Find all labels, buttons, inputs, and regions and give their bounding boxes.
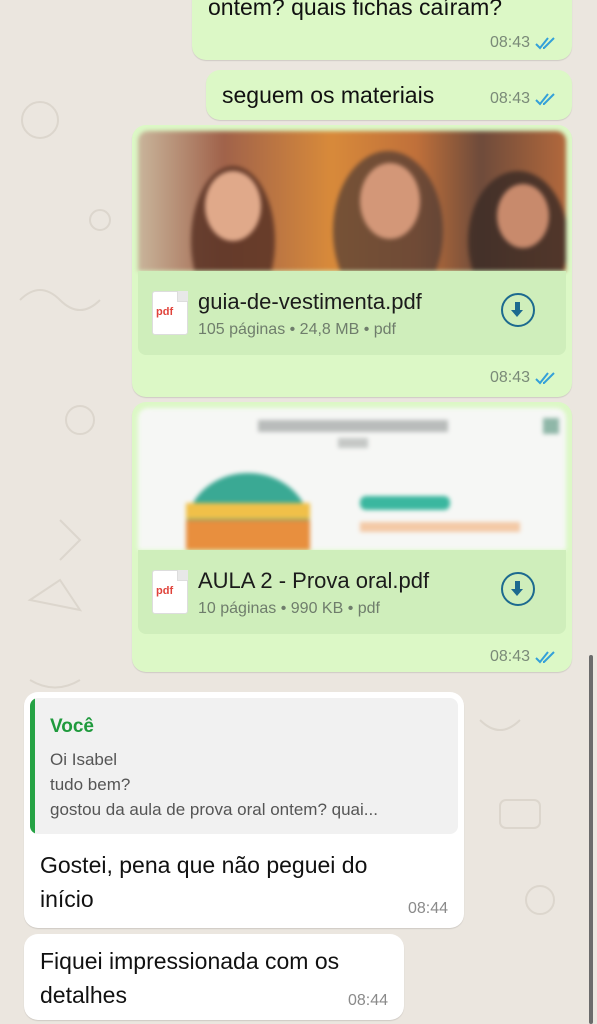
message-text: seguem os materiais: [222, 82, 435, 108]
time-label: 08:43: [489, 369, 530, 386]
message-time: 08:43: [490, 90, 558, 108]
download-icon[interactable]: [501, 572, 535, 606]
message-time: 08:43: [490, 648, 558, 666]
time-label: 08:43: [489, 648, 530, 665]
document-info-row[interactable]: pdf AULA 2 - Prova oral.pdf 10 páginas •…: [138, 550, 566, 634]
read-ticks-icon: [535, 37, 555, 50]
download-icon[interactable]: [501, 293, 535, 327]
document-info-row[interactable]: pdf guia-de-vestimenta.pdf 105 páginas •…: [138, 271, 566, 355]
read-ticks-icon: [535, 651, 555, 664]
incoming-message[interactable]: Fiquei impressionada com os detalhes 08:…: [24, 934, 404, 1020]
document-name: guia-de-vestimenta.pdf: [198, 289, 422, 314]
document-meta: 10 páginas • 990 KB • pdf: [198, 600, 380, 617]
message-text-line: Fiquei impressionada com os: [40, 948, 340, 974]
time-label: 08:43: [489, 90, 530, 107]
document-name: AULA 2 - Prova oral.pdf: [198, 568, 430, 593]
message-time: 08:43: [490, 369, 558, 387]
quote-line: gostou da aula de prova oral ontem? quai…: [50, 800, 378, 819]
outgoing-message[interactable]: ontem? quais fichas caíram? 08:43: [192, 0, 572, 60]
incoming-message[interactable]: Você Oi Isabel tudo bem? gostou da aula …: [24, 692, 464, 928]
scrollbar[interactable]: [589, 655, 593, 1024]
pdf-file-icon: pdf: [152, 570, 188, 614]
message-time: 08:44: [348, 992, 388, 1010]
quote-line: tudo bem?: [50, 775, 131, 794]
message-text: ontem? quais fichas caíram?: [208, 0, 503, 20]
pdf-file-icon: pdf: [152, 291, 188, 335]
document-thumbnail[interactable]: [138, 131, 566, 271]
document-meta: 105 páginas • 24,8 MB • pdf: [198, 321, 396, 338]
document-message[interactable]: pdf AULA 2 - Prova oral.pdf 10 páginas •…: [132, 402, 572, 672]
read-ticks-icon: [535, 372, 555, 385]
message-text-line: detalhes: [40, 982, 127, 1008]
document-thumbnail[interactable]: [138, 408, 566, 550]
message-time: 08:43: [490, 34, 558, 52]
quoted-message[interactable]: Você Oi Isabel tudo bem? gostou da aula …: [30, 698, 458, 834]
time-label: 08:44: [407, 900, 448, 917]
quote-author: Você: [50, 716, 95, 737]
document-message[interactable]: pdf guia-de-vestimenta.pdf 105 páginas •…: [132, 125, 572, 397]
quote-line: Oi Isabel: [50, 750, 118, 769]
time-label: 08:44: [347, 992, 388, 1009]
quote-bar: [30, 698, 35, 834]
time-label: 08:43: [489, 34, 530, 51]
read-ticks-icon: [535, 93, 555, 106]
message-text-line: início: [40, 886, 94, 912]
message-time: 08:44: [408, 900, 448, 918]
outgoing-message[interactable]: seguem os materiais 08:43: [206, 70, 572, 120]
message-text-line: Gostei, pena que não peguei do: [40, 852, 368, 878]
